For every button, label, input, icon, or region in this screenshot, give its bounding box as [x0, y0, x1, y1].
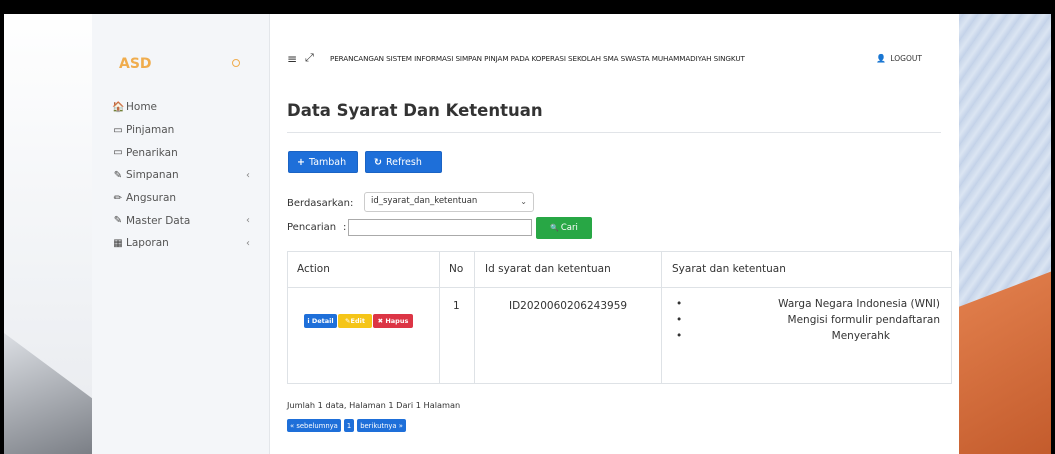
refresh-button-label: Refresh — [385, 156, 422, 168]
chevron-left-icon: ‹ — [246, 215, 250, 227]
app-title: PERANCANGAN SISTEM INFORMASI SIMPAN PINJ… — [330, 54, 745, 63]
chevron-left-icon: ‹ — [246, 169, 250, 181]
prev-page-button[interactable]: « sebelumnya — [287, 419, 341, 432]
detail-label: Detail — [311, 317, 334, 325]
edit-label: Edit — [350, 317, 365, 325]
hamburger-menu-icon[interactable]: ≡ — [287, 52, 297, 66]
filter-by-label: Berdasarkan: — [287, 198, 354, 209]
card-icon: ▭ — [113, 147, 123, 159]
sidebar-item-label: Laporan — [126, 237, 169, 250]
chevron-left-icon: ‹ — [246, 237, 250, 249]
window-frame-left — [0, 0, 4, 454]
sidebar-item-label: Simpanan — [126, 169, 179, 182]
main-content: ≡ ⤢ PERANCANGAN SISTEM INFORMASI SIMPAN … — [270, 14, 959, 454]
header-id: Id syarat dan ketentuan — [485, 263, 611, 275]
detail-button[interactable]: i Detail — [304, 314, 337, 328]
edit-button[interactable]: ✎ Edit — [338, 314, 372, 328]
sidebar-item-simpanan[interactable]: ✎ Simpanan ‹ — [112, 164, 262, 187]
sidebar-item-angsuran[interactable]: ✏ Angsuran — [112, 187, 262, 210]
logout-link[interactable]: 👤 LOGOUT — [876, 54, 922, 63]
list-item-text: Warga Negara Indonesia (WNI) — [778, 298, 940, 310]
pagination-summary: Jumlah 1 data, Halaman 1 Dari 1 Halaman — [287, 400, 461, 410]
search-colon: : — [343, 222, 347, 233]
delete-button[interactable]: ✖ Hapus — [373, 314, 413, 328]
sidebar-item-label: Angsuran — [126, 192, 177, 205]
refresh-button[interactable]: ↻ Refresh — [365, 151, 442, 173]
user-icon: 👤 — [876, 54, 886, 63]
home-icon: 🏠 — [112, 101, 125, 113]
filter-by-select[interactable]: id_syarat_dan_ketentuan ⌄ — [364, 192, 534, 212]
next-page-button[interactable]: berikutnya » — [357, 419, 406, 432]
circle-icon[interactable] — [232, 59, 240, 67]
delete-label: Hapus — [385, 317, 409, 325]
list-item: • Mengisi formulir pendaftaran — [676, 314, 940, 326]
edit-icon: ✎ — [113, 215, 123, 227]
sidebar: ASD 🏠 Home ▭ Pinjaman ▭ Penarikan ✎ Simp… — [92, 14, 270, 454]
calendar-icon: ▦ — [113, 237, 123, 249]
search-button[interactable]: 🔍 Cari — [536, 217, 592, 239]
edit-icon: ✎ — [113, 169, 123, 181]
search-input[interactable] — [348, 219, 532, 236]
header-action: Action — [297, 263, 330, 275]
header-syarat: Syarat dan ketentuan — [672, 263, 786, 275]
pencil-icon: ✏ — [113, 192, 123, 204]
pagination: « sebelumnya 1 berikutnya » — [287, 419, 406, 432]
close-icon: ✖ — [377, 317, 386, 325]
sidebar-item-master-data[interactable]: ✎ Master Data ‹ — [112, 209, 262, 232]
search-button-label: Cari — [560, 223, 578, 233]
requirements-list: • Warga Negara Indonesia (WNI) • Mengisi… — [670, 298, 940, 346]
sidebar-item-label: Master Data — [126, 214, 191, 227]
list-item: • Menyerahk — [676, 330, 890, 342]
column-divider — [439, 252, 440, 383]
sidebar-nav: 🏠 Home ▭ Pinjaman ▭ Penarikan ✎ Simpanan… — [112, 96, 262, 255]
divider — [287, 132, 941, 133]
card-icon: ▭ — [113, 124, 123, 136]
fullscreen-icon[interactable]: ⤢ — [305, 51, 314, 65]
filter-by-value: id_syarat_dan_ketentuan — [371, 196, 478, 206]
search-icon: 🔍 — [550, 224, 559, 232]
chevron-down-icon: ⌄ — [520, 197, 527, 206]
header-no: No — [449, 263, 464, 275]
plus-icon: + — [297, 156, 305, 168]
page-title: Data Syarat Dan Ketentuan — [287, 101, 543, 120]
add-button-label: Tambah — [308, 156, 347, 168]
cell-no: 1 — [453, 300, 460, 312]
add-button[interactable]: + Tambah — [288, 151, 358, 173]
sidebar-item-label: Penarikan — [126, 146, 178, 159]
logout-label: LOGOUT — [890, 54, 922, 63]
window-frame-top — [0, 0, 1055, 14]
row-divider — [288, 287, 951, 288]
list-item-text: Mengisi formulir pendaftaran — [787, 314, 940, 326]
column-divider — [474, 252, 475, 383]
brand-logo[interactable]: ASD — [119, 56, 152, 72]
window-frame-right — [1051, 0, 1055, 454]
column-divider — [661, 252, 662, 383]
top-navbar: ≡ ⤢ PERANCANGAN SISTEM INFORMASI SIMPAN … — [270, 14, 959, 66]
refresh-icon: ↻ — [374, 156, 382, 168]
list-item: • Warga Negara Indonesia (WNI) — [676, 298, 940, 310]
cell-id: ID2020060206243959 — [509, 300, 628, 312]
sidebar-item-label: Home — [126, 101, 158, 114]
sidebar-item-label: Pinjaman — [126, 124, 175, 137]
sidebar-item-laporan[interactable]: ▦ Laporan ‹ — [112, 232, 262, 255]
data-table: Action No Id syarat dan ketentuan Syarat… — [287, 251, 952, 384]
page-1-button[interactable]: 1 — [343, 419, 355, 432]
sidebar-item-pinjaman[interactable]: ▭ Pinjaman — [112, 119, 262, 142]
sidebar-item-penarikan[interactable]: ▭ Penarikan — [112, 141, 262, 164]
sidebar-item-home[interactable]: 🏠 Home — [112, 96, 262, 119]
search-label: Pencarian — [287, 222, 337, 233]
list-item-text: Menyerahk — [831, 330, 890, 342]
